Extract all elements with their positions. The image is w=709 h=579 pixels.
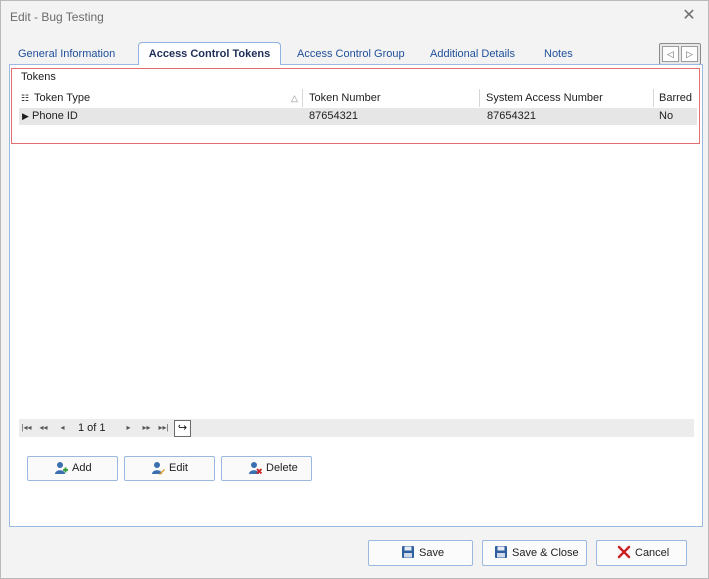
add-button[interactable]: Add (27, 456, 118, 481)
previous-page-icon[interactable]: ◂ (55, 420, 70, 435)
column-header-barred[interactable]: Barred (657, 89, 697, 107)
tab-scroll-nav: ◁ ▷ (659, 43, 701, 65)
tab-strip: General Information Access Control Token… (9, 41, 701, 65)
title-bar: Edit - Bug Testing ✕ (1, 1, 708, 33)
tab-access-control-group[interactable]: Access Control Group (297, 45, 405, 64)
row-indicator-icon: ▶ (22, 111, 29, 121)
delete-user-icon (249, 462, 262, 475)
delete-button-label: Delete (266, 462, 298, 474)
add-button-label: Add (72, 462, 92, 474)
cell-token-number[interactable]: 87654321 (309, 108, 358, 125)
cell-barred[interactable]: No (659, 108, 673, 125)
previous-page-group-icon[interactable]: ◂◂ (36, 420, 51, 435)
close-icon[interactable]: ✕ (678, 5, 700, 27)
save-button-label: Save (419, 547, 445, 559)
cancel-button[interactable]: Cancel (596, 540, 687, 566)
edit-button-label: Edit (169, 462, 188, 474)
window-title: Edit - Bug Testing (10, 10, 104, 24)
delete-button[interactable]: Delete (221, 456, 312, 481)
page-info: 1 of 1 (78, 422, 106, 434)
tab-general-information[interactable]: General Information (18, 45, 115, 64)
next-page-group-icon[interactable]: ▸▸ (139, 420, 154, 435)
edit-user-icon (152, 462, 165, 475)
tab-additional-details[interactable]: Additional Details (430, 45, 515, 64)
tab-access-control-tokens[interactable]: Access Control Tokens (138, 42, 281, 65)
refresh-icon[interactable]: ↪ (174, 420, 191, 437)
column-header-system-access-number[interactable]: System Access Number (483, 89, 654, 107)
tab-scroll-right-icon[interactable]: ▷ (681, 46, 698, 62)
save-button[interactable]: Save (368, 540, 473, 566)
first-page-icon[interactable]: |◂◂ (19, 420, 34, 435)
save-disk-icon (402, 546, 414, 558)
edit-button[interactable]: Edit (124, 456, 215, 481)
tab-content-panel: Tokens ☷ Token Type △ Token Number Syste… (9, 64, 703, 527)
column-chooser-icon[interactable]: ☷ (21, 89, 29, 107)
add-user-icon (55, 462, 68, 474)
sort-ascending-icon: △ (291, 93, 298, 103)
edit-dialog: Edit - Bug Testing ✕ General Information… (0, 0, 709, 579)
table-row[interactable]: ▶ Phone ID 87654321 87654321 No (19, 108, 697, 125)
cell-token-type[interactable]: Phone ID (32, 108, 78, 125)
tab-notes[interactable]: Notes (544, 45, 573, 64)
tokens-grid-header: ☷ Token Type △ Token Number System Acces… (19, 89, 697, 107)
tokens-group: Tokens ☷ Token Type △ Token Number Syste… (11, 68, 700, 144)
grid-pager: |◂◂ ◂◂ ◂ 1 of 1 ▸ ▸▸ ▸▸| ↪ (19, 419, 694, 437)
cancel-x-icon (617, 545, 631, 559)
save-and-close-button[interactable]: Save & Close (482, 540, 587, 566)
column-header-token-type[interactable]: ☷ Token Type △ (19, 89, 303, 107)
save-and-close-button-label: Save & Close (512, 547, 579, 559)
cancel-button-label: Cancel (635, 547, 670, 559)
cell-system-access-number[interactable]: 87654321 (487, 108, 536, 125)
column-header-token-number[interactable]: Token Number (306, 89, 480, 107)
tab-scroll-left-icon[interactable]: ◁ (662, 46, 679, 62)
next-page-icon[interactable]: ▸ (121, 420, 136, 435)
save-close-disk-icon (495, 546, 507, 558)
last-page-icon[interactable]: ▸▸| (156, 420, 171, 435)
tokens-group-title: Tokens (21, 71, 56, 83)
